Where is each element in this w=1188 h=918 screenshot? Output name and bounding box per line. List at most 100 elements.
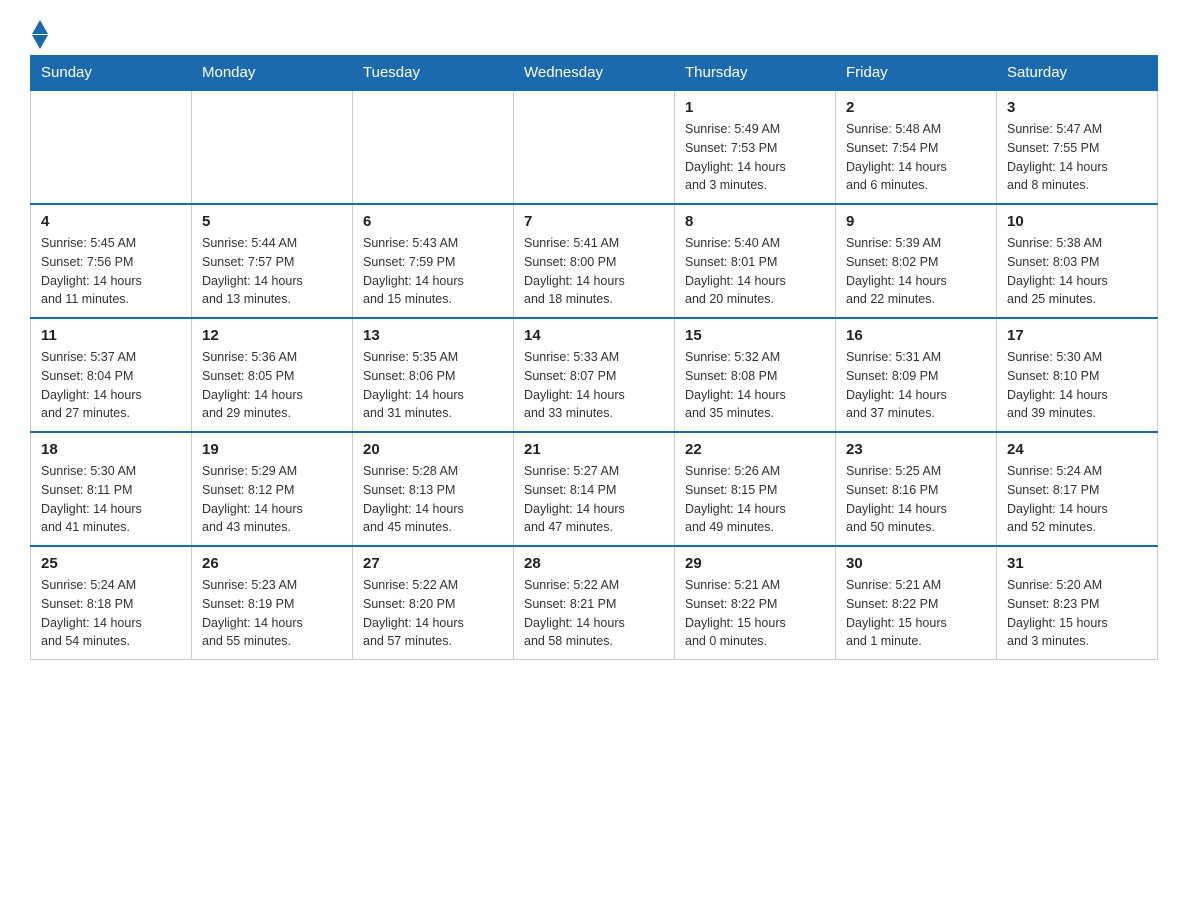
calendar-day: 11Sunrise: 5:37 AM Sunset: 8:04 PM Dayli… bbox=[31, 318, 192, 432]
day-sun-info: Sunrise: 5:30 AM Sunset: 8:10 PM Dayligh… bbox=[1007, 348, 1147, 423]
day-of-week-header: Sunday bbox=[31, 56, 192, 91]
day-number: 29 bbox=[685, 555, 825, 572]
calendar-day: 14 Sunrise: 5:33 AM Sunset: 8:07 PM Dayli… bbox=[514, 318, 675, 432]
day-number: 21 bbox=[524, 441, 664, 458]
day-number: 17 bbox=[1007, 327, 1147, 344]
day-number: 25 bbox=[41, 555, 181, 572]
page-header bbox=[30, 20, 1158, 45]
day-number: 1 bbox=[685, 99, 825, 116]
day-sun-info: Sunrise: 5:28 AM Sunset: 8:13 PM Dayligh… bbox=[363, 462, 503, 537]
day-sun-info: Sunrise: 5:21 AM Sunset: 8:22 PM Dayligh… bbox=[846, 576, 986, 651]
day-sun-info: Sunrise: 5:33 AM Sunset: 8:07 PM Dayligh… bbox=[524, 348, 664, 423]
day-number: 10 bbox=[1007, 213, 1147, 230]
day-number: 4 bbox=[41, 213, 181, 230]
calendar-header-row: SundayMondayTuesdayWednesdayThursdayFrid… bbox=[31, 56, 1158, 91]
day-number: 5 bbox=[202, 213, 342, 230]
day-sun-info: Sunrise: 5:31 AM Sunset: 8:09 PM Dayligh… bbox=[846, 348, 986, 423]
day-sun-info: Sunrise: 5:29 AM Sunset: 8:12 PM Dayligh… bbox=[202, 462, 342, 537]
calendar-day: 10 Sunrise: 5:38 AM Sunset: 8:03 PM Dayli… bbox=[997, 204, 1158, 318]
day-sun-info: Sunrise: 5:44 AM Sunset: 7:57 PM Dayligh… bbox=[202, 234, 342, 309]
calendar-day: 26 Sunrise: 5:23 AM Sunset: 8:19 PM Dayli… bbox=[192, 546, 353, 660]
day-sun-info: Sunrise: 5:24 AM Sunset: 8:18 PM Dayligh… bbox=[41, 576, 181, 651]
calendar-table: SundayMondayTuesdayWednesdayThursdayFrid… bbox=[30, 55, 1158, 660]
calendar-day: 31Sunrise: 5:20 AM Sunset: 8:23 PM Dayli… bbox=[997, 546, 1158, 660]
day-sun-info: Sunrise: 5:22 AM Sunset: 8:20 PM Dayligh… bbox=[363, 576, 503, 651]
day-of-week-header: Monday bbox=[192, 56, 353, 91]
day-sun-info: Sunrise: 5:41 AM Sunset: 8:00 PM Dayligh… bbox=[524, 234, 664, 309]
day-sun-info: Sunrise: 5:49 AM Sunset: 7:53 PM Dayligh… bbox=[685, 120, 825, 195]
day-number: 15 bbox=[685, 327, 825, 344]
calendar-day: 5 Sunrise: 5:44 AM Sunset: 7:57 PM Daylig… bbox=[192, 204, 353, 318]
day-of-week-header: Thursday bbox=[675, 56, 836, 91]
day-sun-info: Sunrise: 5:26 AM Sunset: 8:15 PM Dayligh… bbox=[685, 462, 825, 537]
day-number: 27 bbox=[363, 555, 503, 572]
calendar-day: 15Sunrise: 5:32 AM Sunset: 8:08 PM Dayli… bbox=[675, 318, 836, 432]
calendar-day: 12Sunrise: 5:36 AM Sunset: 8:05 PM Dayli… bbox=[192, 318, 353, 432]
day-sun-info: Sunrise: 5:47 AM Sunset: 7:55 PM Dayligh… bbox=[1007, 120, 1147, 195]
day-sun-info: Sunrise: 5:37 AM Sunset: 8:04 PM Dayligh… bbox=[41, 348, 181, 423]
empty-day bbox=[514, 90, 675, 204]
week-row: 18Sunrise: 5:30 AM Sunset: 8:11 PM Dayli… bbox=[31, 432, 1158, 546]
calendar-day: 20 Sunrise: 5:28 AM Sunset: 8:13 PM Dayli… bbox=[353, 432, 514, 546]
day-number: 26 bbox=[202, 555, 342, 572]
day-number: 22 bbox=[685, 441, 825, 458]
calendar-day: 8 Sunrise: 5:40 AM Sunset: 8:01 PM Daylig… bbox=[675, 204, 836, 318]
day-number: 19 bbox=[202, 441, 342, 458]
week-row: 4 Sunrise: 5:45 AM Sunset: 7:56 PM Daylig… bbox=[31, 204, 1158, 318]
calendar-day: 3 Sunrise: 5:47 AM Sunset: 7:55 PM Daylig… bbox=[997, 90, 1158, 204]
calendar-day: 19 Sunrise: 5:29 AM Sunset: 8:12 PM Dayli… bbox=[192, 432, 353, 546]
week-row: 11Sunrise: 5:37 AM Sunset: 8:04 PM Dayli… bbox=[31, 318, 1158, 432]
logo bbox=[30, 20, 48, 45]
day-number: 23 bbox=[846, 441, 986, 458]
day-sun-info: Sunrise: 5:25 AM Sunset: 8:16 PM Dayligh… bbox=[846, 462, 986, 537]
empty-day bbox=[31, 90, 192, 204]
calendar-day: 17 Sunrise: 5:30 AM Sunset: 8:10 PM Dayli… bbox=[997, 318, 1158, 432]
day-number: 28 bbox=[524, 555, 664, 572]
calendar-day: 23 Sunrise: 5:25 AM Sunset: 8:16 PM Dayli… bbox=[836, 432, 997, 546]
calendar-day: 1 Sunrise: 5:49 AM Sunset: 7:53 PM Daylig… bbox=[675, 90, 836, 204]
empty-day bbox=[192, 90, 353, 204]
calendar-day: 22 Sunrise: 5:26 AM Sunset: 8:15 PM Dayli… bbox=[675, 432, 836, 546]
day-sun-info: Sunrise: 5:22 AM Sunset: 8:21 PM Dayligh… bbox=[524, 576, 664, 651]
day-number: 16 bbox=[846, 327, 986, 344]
calendar-day: 25 Sunrise: 5:24 AM Sunset: 8:18 PM Dayli… bbox=[31, 546, 192, 660]
calendar-day: 29 Sunrise: 5:21 AM Sunset: 8:22 PM Dayli… bbox=[675, 546, 836, 660]
day-number: 2 bbox=[846, 99, 986, 116]
day-number: 24 bbox=[1007, 441, 1147, 458]
day-sun-info: Sunrise: 5:48 AM Sunset: 7:54 PM Dayligh… bbox=[846, 120, 986, 195]
day-sun-info: Sunrise: 5:27 AM Sunset: 8:14 PM Dayligh… bbox=[524, 462, 664, 537]
day-of-week-header: Friday bbox=[836, 56, 997, 91]
day-number: 31 bbox=[1007, 555, 1147, 572]
day-number: 6 bbox=[363, 213, 503, 230]
day-sun-info: Sunrise: 5:21 AM Sunset: 8:22 PM Dayligh… bbox=[685, 576, 825, 651]
day-sun-info: Sunrise: 5:39 AM Sunset: 8:02 PM Dayligh… bbox=[846, 234, 986, 309]
calendar-day: 9 Sunrise: 5:39 AM Sunset: 8:02 PM Daylig… bbox=[836, 204, 997, 318]
day-number: 14 bbox=[524, 327, 664, 344]
day-of-week-header: Tuesday bbox=[353, 56, 514, 91]
day-sun-info: Sunrise: 5:45 AM Sunset: 7:56 PM Dayligh… bbox=[41, 234, 181, 309]
day-number: 20 bbox=[363, 441, 503, 458]
day-number: 3 bbox=[1007, 99, 1147, 116]
empty-day bbox=[353, 90, 514, 204]
day-number: 8 bbox=[685, 213, 825, 230]
calendar-day: 4 Sunrise: 5:45 AM Sunset: 7:56 PM Daylig… bbox=[31, 204, 192, 318]
day-number: 13 bbox=[363, 327, 503, 344]
day-sun-info: Sunrise: 5:23 AM Sunset: 8:19 PM Dayligh… bbox=[202, 576, 342, 651]
day-of-week-header: Wednesday bbox=[514, 56, 675, 91]
day-sun-info: Sunrise: 5:24 AM Sunset: 8:17 PM Dayligh… bbox=[1007, 462, 1147, 537]
day-number: 9 bbox=[846, 213, 986, 230]
calendar-day: 7 Sunrise: 5:41 AM Sunset: 8:00 PM Daylig… bbox=[514, 204, 675, 318]
day-number: 7 bbox=[524, 213, 664, 230]
calendar-day: 18Sunrise: 5:30 AM Sunset: 8:11 PM Dayli… bbox=[31, 432, 192, 546]
calendar-day: 16 Sunrise: 5:31 AM Sunset: 8:09 PM Dayli… bbox=[836, 318, 997, 432]
calendar-day: 13 Sunrise: 5:35 AM Sunset: 8:06 PM Dayli… bbox=[353, 318, 514, 432]
calendar-day: 27 Sunrise: 5:22 AM Sunset: 8:20 PM Dayli… bbox=[353, 546, 514, 660]
day-number: 30 bbox=[846, 555, 986, 572]
day-number: 12 bbox=[202, 327, 342, 344]
calendar-day: 28 Sunrise: 5:22 AM Sunset: 8:21 PM Dayli… bbox=[514, 546, 675, 660]
day-sun-info: Sunrise: 5:35 AM Sunset: 8:06 PM Dayligh… bbox=[363, 348, 503, 423]
week-row: 25 Sunrise: 5:24 AM Sunset: 8:18 PM Dayli… bbox=[31, 546, 1158, 660]
day-sun-info: Sunrise: 5:40 AM Sunset: 8:01 PM Dayligh… bbox=[685, 234, 825, 309]
day-sun-info: Sunrise: 5:38 AM Sunset: 8:03 PM Dayligh… bbox=[1007, 234, 1147, 309]
calendar-day: 6Sunrise: 5:43 AM Sunset: 7:59 PM Daylig… bbox=[353, 204, 514, 318]
